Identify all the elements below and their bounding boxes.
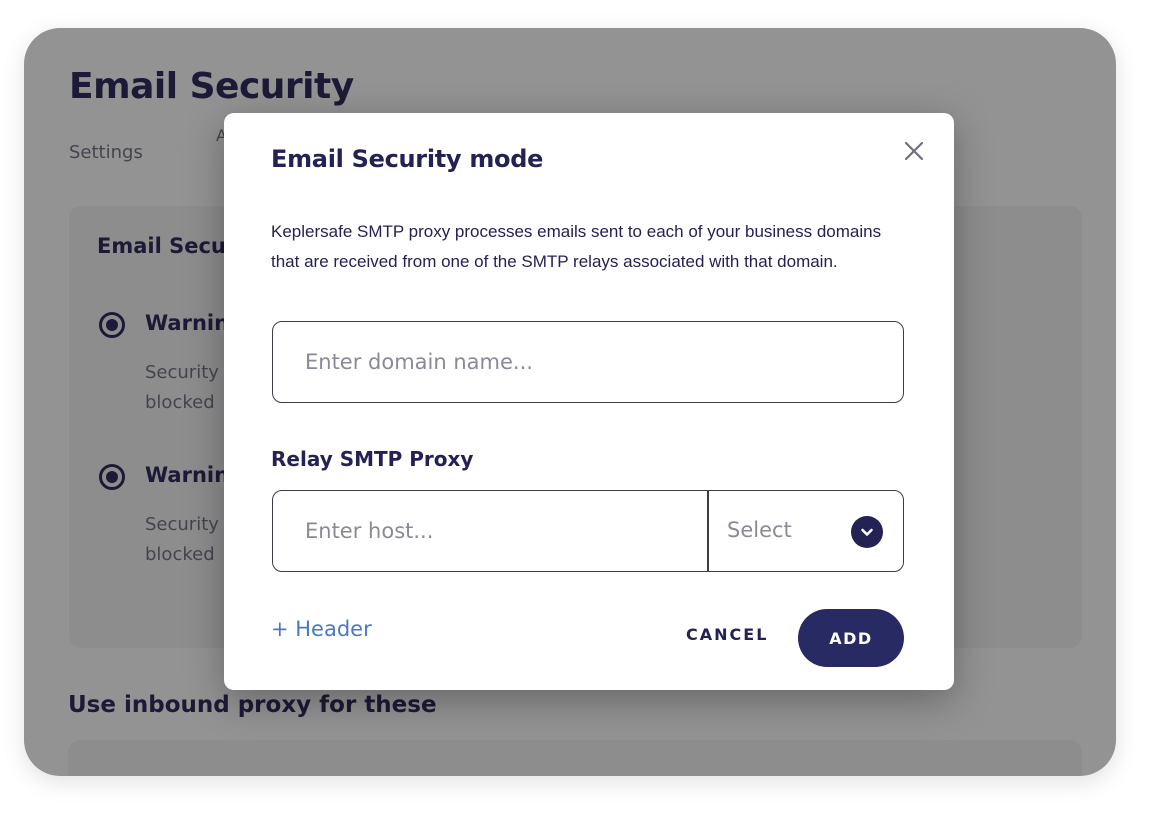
chevron-down-icon[interactable] <box>851 516 883 548</box>
relay-select-dropdown[interactable]: Select <box>709 491 903 571</box>
relay-input-group: Select <box>272 490 904 572</box>
add-button[interactable]: ADD <box>798 609 904 667</box>
email-security-mode-dialog: Email Security mode Keplersafe SMTP prox… <box>224 113 954 690</box>
close-icon[interactable] <box>900 137 928 165</box>
dialog-title: Email Security mode <box>271 145 544 173</box>
host-input[interactable] <box>273 491 707 571</box>
select-placeholder: Select <box>727 518 792 542</box>
dialog-description: Keplersafe SMTP proxy processes emails s… <box>271 222 882 271</box>
add-header-link[interactable]: + Header <box>271 617 372 641</box>
relay-smtp-proxy-label: Relay SMTP Proxy <box>271 447 474 471</box>
domain-name-input[interactable] <box>272 321 904 403</box>
cancel-button[interactable]: CANCEL <box>686 625 768 644</box>
